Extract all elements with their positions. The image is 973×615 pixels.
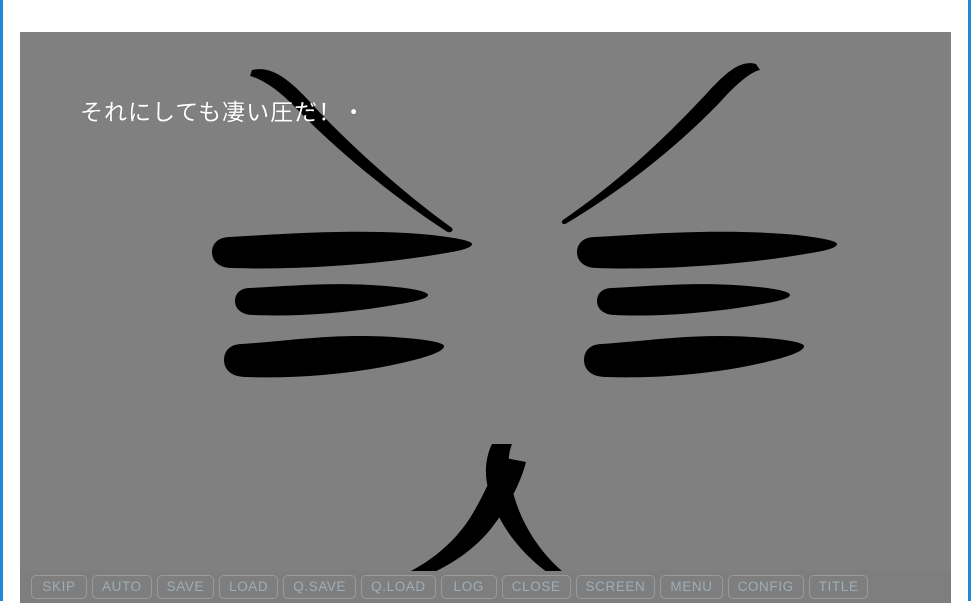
right-horizontal-stroke-2 (597, 284, 790, 316)
command-button-load[interactable]: LOAD (219, 575, 279, 599)
command-button-save[interactable]: SAVE (156, 575, 215, 599)
left-upper-diagonal-stroke (250, 69, 453, 233)
right-horizontal-stroke-1 (577, 231, 837, 269)
command-button-log[interactable]: LOG (440, 575, 497, 599)
left-horizontal-stroke-2 (235, 284, 428, 316)
page-root: それにしても凄い圧だ！・ SKIP AUTO SAVE LOAD Q.SAVE Q.LOA… (0, 0, 973, 615)
left-horizontal-stroke-3 (224, 335, 444, 378)
left-edge-rule (0, 0, 3, 601)
left-horizontal-stroke-1 (212, 231, 472, 269)
command-button-menu[interactable]: MENU (660, 575, 723, 599)
command-button-screen[interactable]: SCREEN (575, 575, 656, 599)
command-button-config[interactable]: CONFIG (727, 575, 804, 599)
command-button-title[interactable]: TITLE (808, 575, 869, 599)
command-button-close[interactable]: CLOSE (501, 575, 571, 599)
command-button-q-save[interactable]: Q.SAVE (283, 575, 357, 599)
right-edge-rule (968, 0, 971, 601)
command-button-skip[interactable]: SKIP (31, 575, 87, 599)
command-button-auto[interactable]: AUTO (92, 575, 152, 599)
background-calligraphy-art (212, 63, 837, 594)
game-viewport[interactable]: それにしても凄い圧だ！・ SKIP AUTO SAVE LOAD Q.SAVE Q.LOA… (20, 32, 951, 603)
right-upper-diagonal-stroke (561, 63, 760, 225)
command-bar: SKIP AUTO SAVE LOAD Q.SAVE Q.LOAD LOG CLOSE SCRE… (20, 571, 951, 603)
command-button-q-load[interactable]: Q.LOAD (361, 575, 436, 599)
right-horizontal-stroke-3 (584, 335, 804, 378)
